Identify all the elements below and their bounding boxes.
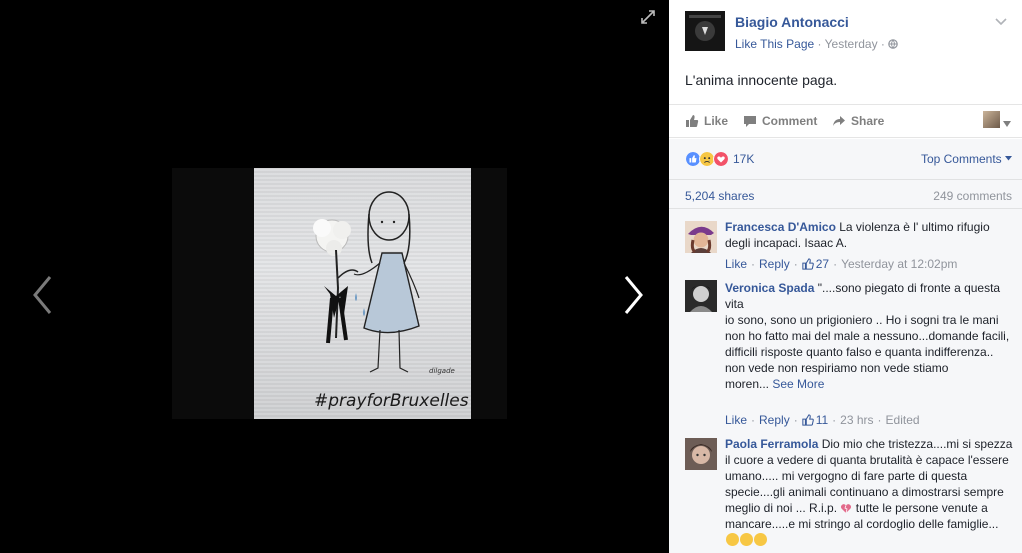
share-icon: [833, 116, 845, 126]
photo-signature: dilgade: [429, 367, 455, 375]
globe-icon: [888, 39, 899, 49]
avatar[interactable]: [685, 280, 717, 312]
comment-reply-link[interactable]: Reply: [759, 413, 790, 427]
caret-down-icon: [1005, 156, 1012, 161]
feedback-area: 17K Top Comments 5,204 shares 249 commen…: [669, 139, 1022, 553]
drawing-illustration: #prayforBruxelles dilgade: [313, 191, 469, 411]
crying-face-icon: [726, 533, 739, 546]
meta-separator-2: ·: [880, 37, 885, 51]
broken-heart-icon: [841, 504, 852, 514]
comment-time[interactable]: Yesterday at 12:02pm: [841, 257, 957, 271]
comment-text-line: non ho fatto mai del male a nessuno...do…: [725, 329, 1010, 359]
thumbs-up-icon: [802, 258, 814, 270]
comment-time[interactable]: 23 hrs: [840, 413, 873, 427]
comment-text-line: moren...: [725, 377, 770, 391]
reactions-count[interactable]: 17K: [733, 152, 754, 166]
comment-actions: Like · Reply · 11 · 23 hrs · Edited: [725, 413, 920, 427]
post-actions: Like Comment Share: [669, 104, 1022, 138]
meta-separator: ·: [817, 37, 822, 51]
post-stats: 5,204 shares 249 comments: [669, 179, 1022, 209]
chevron-left-icon: [33, 276, 52, 314]
reactions-summary[interactable]: 17K: [685, 151, 754, 167]
comment-author[interactable]: Veronica Spada: [725, 281, 814, 295]
comment-like-link[interactable]: Like: [725, 413, 747, 427]
comment-reply-link[interactable]: Reply: [759, 257, 790, 271]
photo-viewer: #prayforBruxelles dilgade: [0, 0, 669, 553]
caret-down-icon[interactable]: [1003, 116, 1011, 130]
page-name-link[interactable]: Biagio Antonacci: [735, 14, 849, 30]
comment-icon: [744, 115, 756, 127]
comment-button[interactable]: Comment: [743, 114, 817, 128]
post-meta: Like This Page · Yesterday ·: [735, 37, 899, 51]
crying-face-icon: [754, 533, 767, 546]
post-photo[interactable]: #prayforBruxelles dilgade: [172, 168, 507, 419]
thumbs-up-icon: [802, 414, 814, 426]
share-button[interactable]: Share: [832, 114, 884, 128]
comment-author[interactable]: Paola Ferramola: [725, 437, 818, 451]
comments-count-link[interactable]: 249 comments: [933, 189, 1012, 203]
page-avatar[interactable]: [685, 11, 725, 51]
crying-face-icon: [740, 533, 753, 546]
comment-body: Francesca D'Amico La violenza è l' ultim…: [725, 219, 1015, 251]
post-panel: Biagio Antonacci Like This Page · Yester…: [669, 0, 1022, 553]
chevron-down-icon[interactable]: [994, 14, 1008, 28]
post-as-avatar[interactable]: [983, 111, 1000, 128]
shares-link[interactable]: 5,204 shares: [685, 189, 754, 203]
post-text: L'anima innocente paga.: [685, 72, 838, 88]
comment-likes-count[interactable]: 11: [816, 413, 828, 427]
previous-photo-button[interactable]: [22, 270, 62, 320]
next-photo-button[interactable]: [614, 270, 654, 320]
chevron-right-icon: [624, 276, 643, 314]
comment-like-link[interactable]: Like: [725, 257, 747, 271]
avatar[interactable]: [685, 438, 717, 470]
photo-paper: #prayforBruxelles dilgade: [254, 168, 471, 419]
thumbs-up-icon: [686, 115, 699, 127]
comment-author[interactable]: Francesca D'Amico: [725, 220, 836, 234]
comment-actions: Like · Reply · 27 · Yesterday at 12:02pm: [725, 257, 958, 271]
like-page-link[interactable]: Like This Page: [735, 37, 814, 51]
like-button[interactable]: Like: [685, 114, 728, 128]
love-reaction-icon: [713, 151, 729, 167]
comment-edited[interactable]: Edited: [886, 413, 920, 427]
comment-body: Paola Ferramola Dio mio che tristezza...…: [725, 436, 1015, 548]
see-more-link[interactable]: See More: [772, 377, 824, 391]
top-comments-dropdown[interactable]: Top Comments: [921, 152, 1012, 166]
photo-hashtag: #prayforBruxelles: [314, 391, 469, 411]
comment-text-line: non vede non respiriamo non vede stiamo: [725, 361, 949, 375]
comment-text-line: io sono, sono un prigioniero .. Ho i sog…: [725, 313, 999, 327]
avatar[interactable]: [685, 221, 717, 253]
post-header: Biagio Antonacci Like This Page · Yester…: [669, 0, 1022, 60]
comment-body: Veronica Spada "....sono piegato di fron…: [725, 280, 1015, 392]
expand-icon[interactable]: [639, 8, 657, 26]
post-timestamp[interactable]: Yesterday: [825, 37, 878, 51]
comment-likes-count[interactable]: 27: [816, 257, 829, 271]
